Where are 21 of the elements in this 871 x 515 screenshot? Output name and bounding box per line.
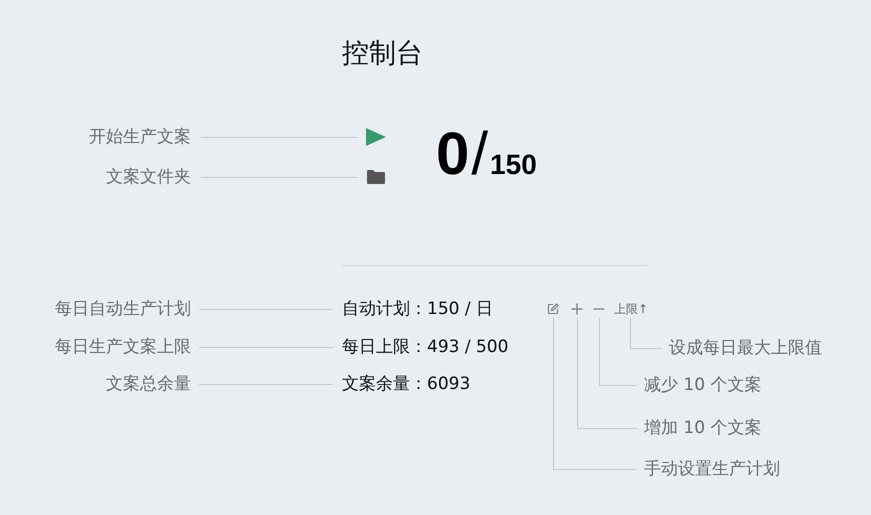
count-separator: / — [471, 122, 488, 186]
annotation-label: 文案文件夹 — [106, 166, 191, 189]
page-title: 控制台 — [342, 37, 423, 71]
plus-icon[interactable] — [571, 303, 583, 315]
edit-icon[interactable] — [547, 303, 559, 315]
annotation-label: 减少 10 个文案 — [644, 374, 762, 397]
max-limit-button[interactable]: 上限↑ — [614, 301, 648, 317]
annotation-label: 设成每日最大上限值 — [669, 337, 822, 360]
folder-button[interactable] — [366, 169, 386, 185]
target-count: 150 — [490, 149, 537, 181]
play-button[interactable] — [365, 127, 387, 147]
annotation-label: 增加 10 个文案 — [644, 417, 762, 440]
stat-value: 自动计划：150 / 日 — [342, 298, 493, 321]
annotation-label: 文案总余量 — [106, 373, 191, 396]
annotation-label: 每日生产文案上限 — [55, 336, 191, 359]
produced-count: 0 — [436, 122, 470, 186]
annotation-label: 手动设置生产计划 — [644, 458, 780, 481]
stat-value: 每日上限：493 / 500 — [342, 336, 508, 359]
stat-value: 文案余量：6093 — [342, 373, 470, 396]
annotation-label: 每日自动生产计划 — [55, 298, 191, 321]
annotation-label: 开始生产文案 — [89, 126, 191, 149]
